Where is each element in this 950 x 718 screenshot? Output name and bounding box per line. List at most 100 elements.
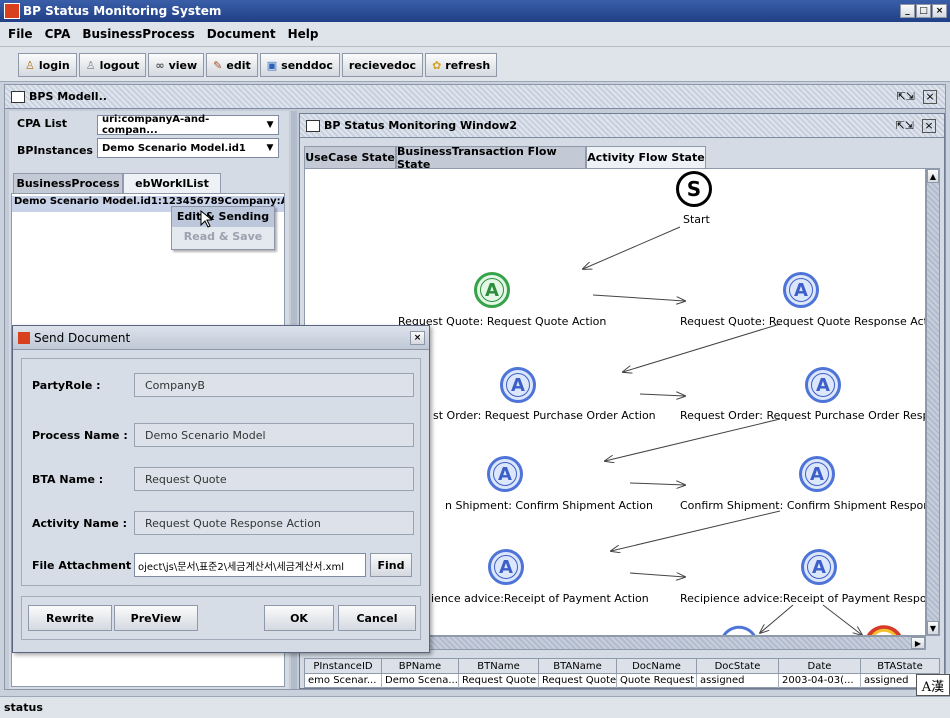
cancel-button[interactable]: Cancel: [338, 605, 416, 631]
close-button[interactable]: ×: [932, 4, 947, 18]
edit-button[interactable]: ✎ edit: [206, 53, 258, 77]
menu-help[interactable]: Help: [288, 27, 319, 41]
menu-file[interactable]: File: [8, 27, 33, 41]
tab-activity-flow-state[interactable]: Activity Flow State: [586, 146, 706, 168]
model-window-title: BPS Modell..: [29, 90, 107, 103]
maximize-button[interactable]: □: [916, 4, 931, 18]
col-btaname[interactable]: BTAName: [539, 659, 617, 673]
find-button[interactable]: Find: [370, 553, 412, 577]
login-button[interactable]: ♙ login: [18, 53, 77, 77]
rewrite-button[interactable]: Rewrite: [28, 605, 112, 631]
monitor-window-title: BP Status Monitoring Window2: [324, 119, 517, 132]
window-close-icon[interactable]: ×: [922, 118, 936, 133]
menu-document[interactable]: Document: [207, 27, 276, 41]
node-ra-response[interactable]: A: [801, 549, 837, 585]
window-restore-icon[interactable]: ⇱⇲: [896, 119, 914, 132]
refresh-icon: ✿: [432, 58, 442, 72]
col-docname[interactable]: DocName: [617, 659, 697, 673]
recievedoc-button[interactable]: recievedoc: [341, 53, 424, 77]
status-bar: status: [0, 696, 950, 718]
menu-bar: File CPA BusinessProcess Document Help: [0, 22, 950, 46]
context-edit-sending[interactable]: Edit & Sending: [172, 207, 274, 227]
vertical-scrollbar[interactable]: ▲ ▼: [926, 168, 940, 636]
col-btname[interactable]: BTName: [459, 659, 539, 673]
scroll-right-button[interactable]: ▶: [911, 637, 925, 649]
glasses-icon: ∞: [155, 58, 165, 72]
context-menu: Edit & Sending Read & Save: [171, 206, 275, 250]
arrow-start-to-rq: [583, 226, 681, 269]
menu-businessprocess[interactable]: BusinessProcess: [82, 27, 194, 41]
logout-button[interactable]: ♙ logout: [78, 53, 147, 77]
node-ro-action[interactable]: A: [500, 367, 536, 403]
send-document-dialog: Send Document × PartyRole : CompanyB Pro…: [12, 325, 430, 653]
ime-indicator[interactable]: A漢: [916, 674, 950, 696]
tab-businesstransaction-flow[interactable]: BusinessTransaction Flow State: [396, 145, 586, 171]
tab-usecase-state[interactable]: UseCase State: [304, 146, 396, 168]
partial-node-blue: [722, 625, 756, 635]
file-attachment-input[interactable]: oject\js\문서\표준2\세금계산서\세금계산서.xml: [134, 553, 366, 577]
node-ra-action[interactable]: A: [488, 549, 524, 585]
dialog-titlebar[interactable]: Send Document ×: [13, 326, 429, 350]
label-ra-response: Recipience advice:Receipt of Payment Res…: [680, 592, 926, 605]
cpa-list-label: CPA List: [17, 117, 68, 130]
dialog-close-icon[interactable]: ×: [410, 330, 425, 345]
party-role-label: PartyRole :: [32, 379, 101, 392]
arrow-ra-h: [629, 573, 685, 577]
col-btastate[interactable]: BTAState: [861, 659, 939, 673]
window-icon: [11, 90, 25, 103]
arrow-rq-to-ro: [623, 323, 781, 372]
status-text: status: [4, 701, 43, 714]
senddoc-button[interactable]: ▣ senddoc: [259, 53, 340, 77]
label-rq-response: Request Quote: Request Quote Response Ac…: [680, 315, 926, 328]
view-button[interactable]: ∞ view: [148, 53, 205, 77]
col-docstate[interactable]: DocState: [697, 659, 779, 673]
activity-name-label: Activity Name :: [32, 517, 128, 530]
arrow-ra-down-right: [822, 604, 862, 635]
start-node[interactable]: S: [676, 171, 712, 207]
col-pinstanceid[interactable]: PInstanceID: [305, 659, 382, 673]
tab-businessprocess[interactable]: BusinessProcess: [13, 173, 123, 193]
label-ro-response: Request Order: Request Purchase Order Re…: [680, 409, 926, 422]
activity-name-field: Request Quote Response Action: [134, 511, 414, 535]
window-close-icon[interactable]: ×: [923, 89, 937, 104]
tab-ebworklist[interactable]: ebWorklList: [123, 173, 221, 193]
preview-button[interactable]: PreView: [114, 605, 198, 631]
arrow-cs-h: [629, 483, 685, 485]
bpinstances-select[interactable]: Demo Scenario Model.id1 ▼: [97, 138, 279, 158]
file-attachment-label: File Attachment :: [32, 559, 140, 572]
chevron-down-icon: ▼: [266, 143, 274, 153]
chevron-down-icon: ▼: [266, 120, 274, 130]
window-restore-icon[interactable]: ⇱⇲: [897, 90, 915, 103]
node-rq-response[interactable]: A: [783, 272, 819, 308]
mouse-cursor-icon: [200, 210, 212, 228]
col-bpname[interactable]: BPName: [382, 659, 459, 673]
minimize-button[interactable]: _: [900, 4, 915, 18]
app-logo-icon: [4, 3, 20, 19]
table-header: PInstanceID BPName BTName BTAName DocNam…: [305, 659, 939, 674]
refresh-button[interactable]: ✿ refresh: [425, 53, 498, 77]
cpa-list-select[interactable]: uri:companyA-and-compan... ▼: [97, 114, 279, 136]
bta-name-field: Request Quote: [134, 467, 414, 491]
monitor-window-titlebar[interactable]: BP Status Monitoring Window2 ⇱⇲ ×: [300, 114, 944, 138]
menu-cpa[interactable]: CPA: [45, 27, 71, 41]
table-row[interactable]: emo Scenar... Demo Scena... Request Quot…: [305, 674, 939, 688]
scroll-up-button[interactable]: ▲: [927, 169, 939, 183]
col-date[interactable]: Date: [779, 659, 861, 673]
label-start: Start: [683, 213, 710, 226]
window-icon: [306, 119, 320, 132]
label-cs-response: Confirm Shipment: Confirm Shipment Respo…: [680, 499, 926, 512]
process-name-label: Process Name :: [32, 429, 128, 442]
arrow-ra-down-left: [760, 604, 794, 633]
node-cs-response[interactable]: A: [799, 456, 835, 492]
context-read-save: Read & Save: [183, 230, 263, 243]
ok-button[interactable]: OK: [264, 605, 334, 631]
node-ro-response[interactable]: A: [805, 367, 841, 403]
label-ro-action: st Order: Request Purchase Order Action: [433, 409, 656, 422]
model-window-titlebar[interactable]: BPS Modell.. ⇱⇲ ×: [5, 85, 945, 109]
scroll-down-button[interactable]: ▼: [927, 621, 939, 635]
node-cs-action[interactable]: A: [487, 456, 523, 492]
node-rq-action[interactable]: A: [474, 272, 510, 308]
user-logout-icon: ♙: [85, 58, 96, 72]
arrow-ro-to-cs: [605, 418, 781, 461]
dialog-title: Send Document: [34, 330, 131, 345]
